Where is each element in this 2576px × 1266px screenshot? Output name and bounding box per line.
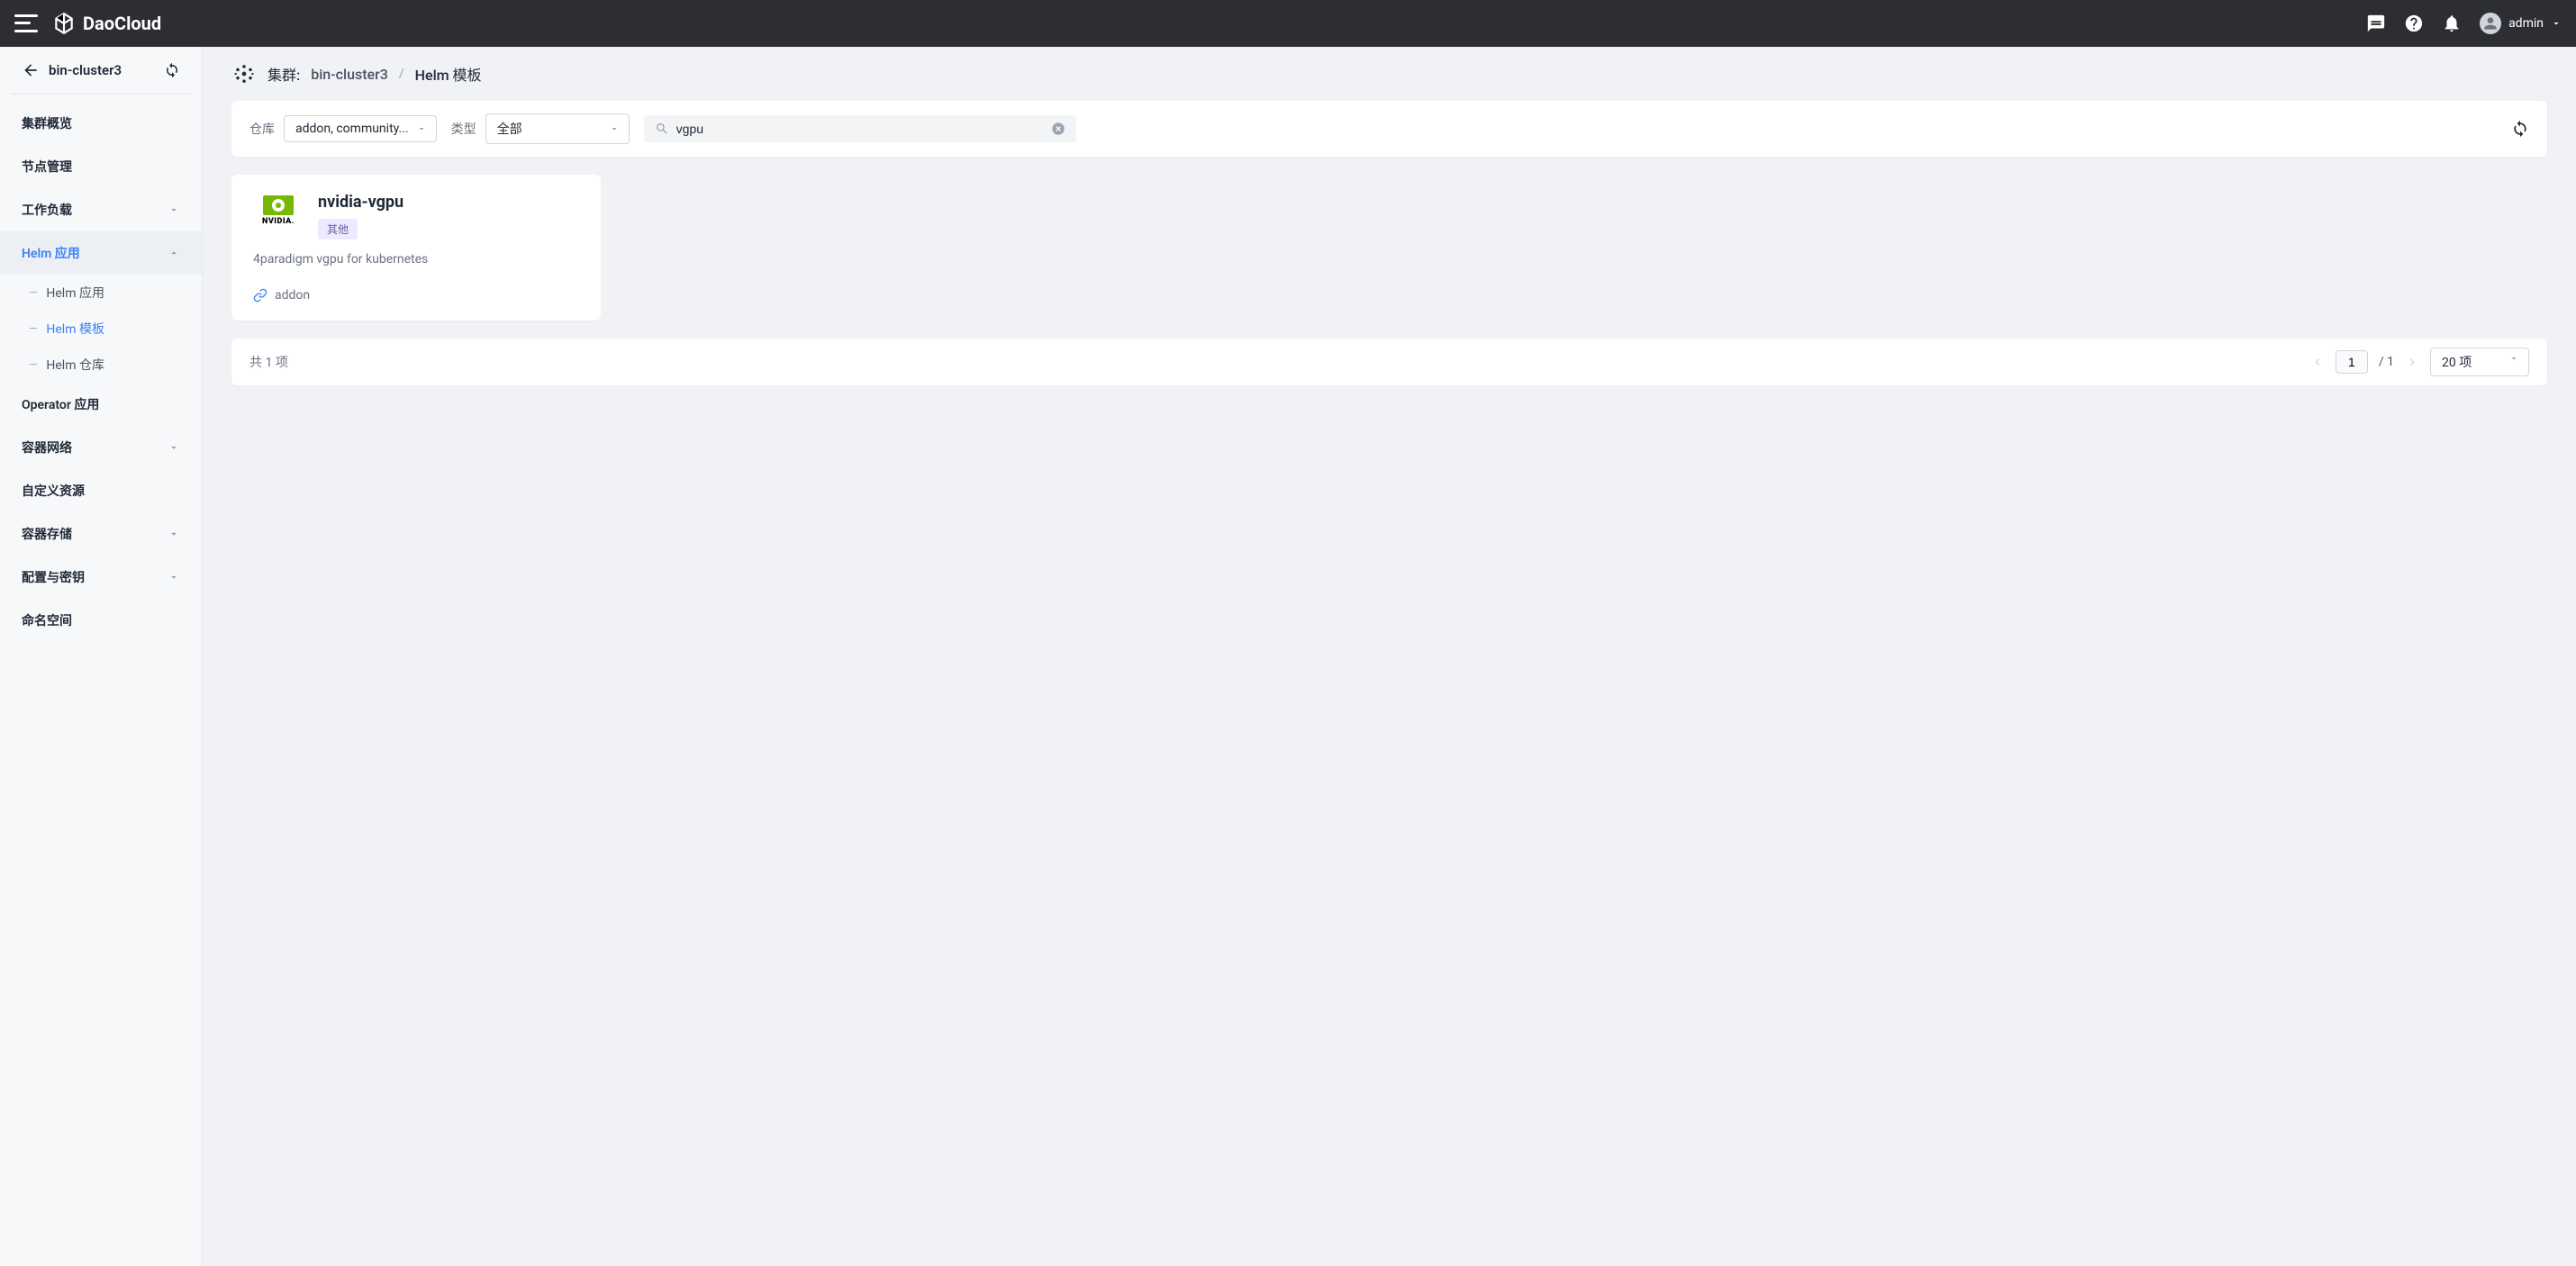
chevron-down-icon [416, 123, 427, 134]
brand-name: DaoCloud [83, 13, 161, 34]
nav-helm-template[interactable]: — Helm 模板 [0, 311, 202, 347]
dash-icon: — [29, 322, 37, 335]
nav-list: 集群概览 节点管理 工作负载 Helm 应用 — Helm 应用 — Helm … [0, 95, 202, 649]
repo-filter-group: 仓库 addon, community... [249, 115, 437, 142]
pagination-controls: / 1 20 项 [2310, 348, 2529, 376]
type-filter-group: 类型 全部 [451, 113, 630, 144]
nav-custom-resource[interactable]: 自定义资源 [0, 469, 202, 512]
search-input[interactable] [676, 122, 1044, 136]
search-icon [655, 122, 669, 136]
main-content: 集群: bin-cluster3 / Helm 模板 仓库 addon, com… [203, 47, 2576, 1266]
card-title: nvidia-vgpu [318, 193, 404, 212]
sidebar-header-left: bin-cluster3 [22, 61, 122, 79]
helm-template-card[interactable]: NVIDIA. nvidia-vgpu 其他 4paradigm vgpu fo… [231, 175, 601, 321]
daocloud-logo-icon [52, 12, 76, 35]
repo-label: 仓库 [249, 120, 275, 138]
filter-bar: 仓库 addon, community... 类型 全部 [231, 101, 2547, 157]
user-menu[interactable]: admin [2480, 13, 2562, 34]
help-icon[interactable] [2404, 14, 2424, 33]
cluster-icon [231, 61, 257, 86]
refresh-icon[interactable] [2511, 120, 2529, 138]
page-input[interactable] [2336, 350, 2368, 374]
pagination-bar: 共 1 项 / 1 20 项 [231, 339, 2547, 385]
card-description: 4paradigm vgpu for kubernetes [253, 252, 579, 267]
type-label: 类型 [451, 120, 476, 138]
nav-container-storage[interactable]: 容器存储 [0, 512, 202, 556]
link-icon [253, 288, 268, 303]
breadcrumb: 集群: bin-cluster3 / Helm 模板 [203, 47, 2576, 101]
chevron-down-icon [168, 528, 180, 540]
breadcrumb-page: Helm 模板 [415, 63, 482, 85]
nav-helm-app[interactable]: Helm 应用 [0, 231, 202, 275]
page-size-select[interactable]: 20 项 [2430, 348, 2529, 376]
dash-icon: — [29, 358, 37, 371]
top-header: DaoCloud admin [0, 0, 2576, 47]
nav-workload[interactable]: 工作负载 [0, 188, 202, 231]
message-icon[interactable] [2366, 14, 2386, 33]
nav-node-management[interactable]: 节点管理 [0, 145, 202, 188]
content-wrapper: 仓库 addon, community... 类型 全部 [203, 101, 2576, 414]
nav-container-network[interactable]: 容器网络 [0, 426, 202, 469]
sidebar: bin-cluster3 集群概览 节点管理 工作负载 Helm 应用 — [0, 47, 203, 1266]
card-header: NVIDIA. nvidia-vgpu 其他 [253, 193, 579, 240]
repo-select[interactable]: addon, community... [284, 115, 437, 142]
dash-icon: — [29, 286, 37, 299]
card-badge: 其他 [318, 219, 358, 240]
chevron-down-icon [2508, 353, 2519, 364]
type-select[interactable]: 全部 [485, 113, 630, 144]
sidebar-cluster-name: bin-cluster3 [49, 62, 122, 78]
nav-helm-sub-app[interactable]: — Helm 应用 [0, 275, 202, 311]
sidebar-header: bin-cluster3 [11, 47, 191, 95]
breadcrumb-cluster-name[interactable]: bin-cluster3 [311, 66, 388, 83]
nav-operator-app[interactable]: Operator 应用 [0, 383, 202, 426]
chevron-down-icon [609, 123, 620, 134]
total-count: 共 1 项 [249, 353, 288, 371]
brand-logo[interactable]: DaoCloud [52, 12, 161, 35]
user-name-label: admin [2508, 16, 2544, 31]
nav-namespace[interactable]: 命名空间 [0, 599, 202, 642]
bell-icon[interactable] [2442, 14, 2462, 33]
page-total: / 1 [2379, 355, 2394, 369]
back-arrow-icon[interactable] [22, 61, 40, 79]
card-title-area: nvidia-vgpu 其他 [318, 193, 404, 240]
breadcrumb-cluster-label: 集群: [268, 63, 300, 85]
nav-cluster-overview[interactable]: 集群概览 [0, 102, 202, 145]
next-page-icon[interactable] [2405, 355, 2419, 369]
card-footer: addon [253, 288, 579, 303]
clear-icon[interactable] [1051, 122, 1066, 136]
search-box[interactable] [644, 115, 1076, 142]
header-right: admin [2366, 13, 2562, 34]
nav-config-secret[interactable]: 配置与密钥 [0, 556, 202, 599]
nvidia-logo: NVIDIA. [253, 193, 304, 229]
chevron-down-icon [2551, 18, 2562, 29]
prev-page-icon[interactable] [2310, 355, 2325, 369]
avatar-icon [2480, 13, 2501, 34]
breadcrumb-separator: / [399, 67, 404, 81]
main-layout: bin-cluster3 集群概览 节点管理 工作负载 Helm 应用 — [0, 47, 2576, 1266]
card-source: addon [275, 288, 310, 303]
hamburger-icon[interactable] [14, 12, 38, 35]
nav-helm-repo[interactable]: — Helm 仓库 [0, 347, 202, 383]
chevron-down-icon [168, 441, 180, 454]
header-left: DaoCloud [14, 12, 161, 35]
chevron-down-icon [168, 571, 180, 583]
card-grid: NVIDIA. nvidia-vgpu 其他 4paradigm vgpu fo… [231, 175, 2547, 321]
chevron-up-icon [168, 247, 180, 259]
sync-icon[interactable] [164, 62, 180, 78]
chevron-down-icon [168, 203, 180, 216]
